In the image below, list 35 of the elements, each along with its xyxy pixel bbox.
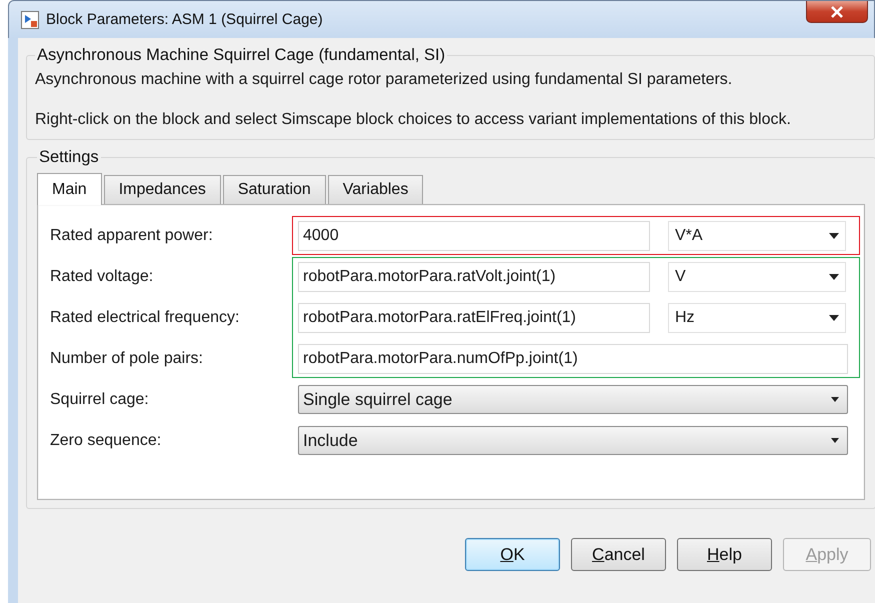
unit-dropdown[interactable]: V: [668, 262, 846, 292]
tab[interactable]: Saturation: [222, 175, 326, 204]
parameter-label: Number of pole pairs:: [50, 350, 204, 368]
close-icon: [830, 6, 844, 18]
window-title: Block Parameters: ASM 1 (Squirrel Cage): [46, 11, 323, 28]
parameter-label: Zero sequence:: [50, 432, 162, 450]
dropdown-arrow-icon: [829, 314, 839, 320]
dropdown-arrow-icon: [829, 232, 839, 238]
input-field[interactable]: 4000: [298, 220, 650, 250]
input-field[interactable]: robotPara.motorPara.ratVolt.joint(1): [298, 262, 650, 292]
dialog-button[interactable]: OK: [465, 538, 560, 571]
tab[interactable]: Variables: [328, 175, 424, 204]
dialog-button[interactable]: Help: [677, 538, 772, 571]
block-title: Asynchronous Machine Squirrel Cage (fundamental, SI): [36, 46, 446, 65]
block-icon: [21, 10, 39, 28]
parameter-label: Squirrel cage:: [50, 390, 150, 408]
dropdown-arrow-icon: [829, 274, 839, 280]
tab[interactable]: Impedances: [104, 175, 221, 204]
input-field[interactable]: robotPara.motorPara.ratElFreq.joint(1): [298, 302, 650, 332]
settings-title: Settings: [38, 148, 100, 167]
dropdown[interactable]: Single squirrel cage: [298, 385, 848, 414]
parameter-label: Rated apparent power:: [50, 226, 214, 244]
close-button[interactable]: [806, 1, 868, 23]
tab[interactable]: Main: [37, 173, 102, 205]
parameter-label: Rated voltage:: [50, 268, 154, 286]
unit-dropdown[interactable]: V*A: [668, 220, 846, 250]
unit-dropdown[interactable]: Hz: [668, 302, 846, 332]
input-field[interactable]: robotPara.motorPara.numOfPp.joint(1): [298, 344, 848, 374]
dropdown-arrow-icon: [831, 438, 839, 443]
dialog-button[interactable]: Cancel: [571, 538, 666, 571]
hint-text: Right-click on the block and select Simscape block choices to access variant implementations of this block.: [35, 110, 792, 130]
parameter-label: Rated electrical frequency:: [50, 308, 240, 326]
dropdown[interactable]: Include: [298, 426, 848, 455]
description-text: Asynchronous machine with a squirrel cage rotor parameterized using fundamental SI parameters.: [35, 70, 734, 90]
dropdown-arrow-icon: [831, 397, 839, 402]
